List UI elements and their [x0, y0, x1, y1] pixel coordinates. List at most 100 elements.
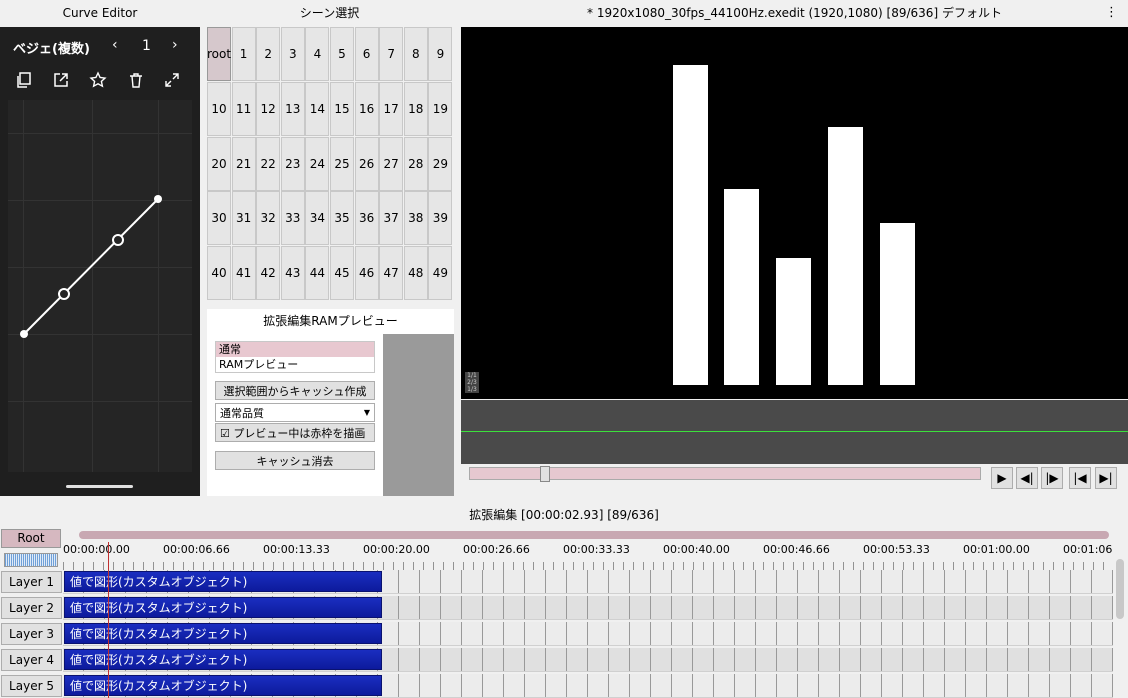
seek-handle[interactable] [540, 466, 550, 482]
scene-button-root[interactable]: root [207, 27, 231, 81]
expand-icon[interactable] [160, 68, 184, 92]
next-frame-icon[interactable]: |▶ [1041, 467, 1063, 489]
timeline-clip[interactable]: 値で図形(カスタムオブジェクト) [64, 623, 382, 644]
scene-button-35[interactable]: 35 [330, 191, 354, 246]
scene-button-41[interactable]: 41 [231, 246, 256, 301]
ram-preview-title: 拡張編集RAMプレビュー [207, 309, 454, 334]
scene-button-13[interactable]: 13 [280, 81, 305, 136]
timeline-scrollbar[interactable] [79, 531, 1109, 539]
scene-button-11[interactable]: 11 [231, 81, 256, 136]
scene-button-36[interactable]: 36 [354, 191, 379, 246]
export-icon[interactable] [49, 68, 73, 92]
playhead[interactable] [108, 542, 109, 698]
scene-button-10[interactable]: 10 [207, 81, 231, 136]
scene-button-48[interactable]: 48 [403, 246, 428, 301]
scene-button-26[interactable]: 26 [354, 136, 379, 191]
preview-mode-normal[interactable]: 通常 [216, 342, 374, 357]
scene-button-46[interactable]: 46 [354, 246, 379, 301]
layer-button[interactable]: Layer 2 [1, 597, 62, 619]
scene-button-2[interactable]: 2 [256, 27, 281, 81]
scene-button-7[interactable]: 7 [379, 27, 404, 81]
scene-button-21[interactable]: 21 [231, 136, 256, 191]
go-start-icon[interactable]: |◀ [1069, 467, 1091, 489]
layer-button[interactable]: Layer 4 [1, 649, 62, 671]
scene-button-43[interactable]: 43 [280, 246, 305, 301]
scene-button-6[interactable]: 6 [354, 27, 379, 81]
copy-icon[interactable] [12, 68, 36, 92]
scene-button-3[interactable]: 3 [280, 27, 305, 81]
scene-button-49[interactable]: 49 [428, 246, 453, 301]
root-button[interactable]: Root [1, 529, 61, 548]
scene-button-15[interactable]: 15 [330, 81, 354, 136]
timeline-clip[interactable]: 値で図形(カスタムオブジェクト) [64, 675, 382, 696]
curve-line[interactable] [8, 100, 192, 472]
scene-button-17[interactable]: 17 [379, 81, 404, 136]
layer-button[interactable]: Layer 1 [1, 571, 62, 593]
scene-button-31[interactable]: 31 [231, 191, 256, 246]
scene-button-40[interactable]: 40 [207, 246, 231, 301]
scene-button-29[interactable]: 29 [428, 136, 453, 191]
scene-button-23[interactable]: 23 [280, 136, 305, 191]
quality-select[interactable]: 通常品質 ▼ [215, 403, 375, 422]
seek-bar[interactable] [469, 466, 981, 482]
scene-button-45[interactable]: 45 [330, 246, 354, 301]
preview-mode-list[interactable]: 通常 RAMプレビュー [215, 341, 375, 373]
next-curve-button[interactable]: › [172, 37, 178, 53]
scene-button-33[interactable]: 33 [280, 191, 305, 246]
scene-button-22[interactable]: 22 [256, 136, 281, 191]
control-point-1 [58, 288, 70, 300]
clear-cache-button[interactable]: キャッシュ消去 [215, 451, 375, 470]
scene-button-1[interactable]: 1 [231, 27, 256, 81]
scene-button-25[interactable]: 25 [330, 136, 354, 191]
scene-button-27[interactable]: 27 [379, 136, 404, 191]
red-border-checkbox[interactable]: ☑ プレビュー中は赤枠を描画 [215, 423, 375, 442]
scene-button-18[interactable]: 18 [403, 81, 428, 136]
scene-button-14[interactable]: 14 [305, 81, 330, 136]
scene-button-42[interactable]: 42 [256, 246, 281, 301]
scene-button-38[interactable]: 38 [403, 191, 428, 246]
scene-button-34[interactable]: 34 [305, 191, 330, 246]
zoom-1-1[interactable]: 1/1 [465, 372, 479, 379]
ruler-label: 00:00:00.00 [63, 543, 130, 556]
scene-button-4[interactable]: 4 [305, 27, 330, 81]
scene-button-24[interactable]: 24 [305, 136, 330, 191]
go-end-icon[interactable]: ▶| [1095, 467, 1117, 489]
scene-button-39[interactable]: 39 [428, 191, 453, 246]
curve-mode-label[interactable]: ベジェ(複数) [13, 38, 90, 57]
curve-plot[interactable] [8, 100, 192, 472]
zoom-slider[interactable] [4, 553, 58, 567]
scene-button-37[interactable]: 37 [379, 191, 404, 246]
scene-button-28[interactable]: 28 [403, 136, 428, 191]
scene-button-5[interactable]: 5 [330, 27, 354, 81]
vertical-scrollbar[interactable] [1116, 559, 1124, 619]
scene-button-30[interactable]: 30 [207, 191, 231, 246]
scene-button-8[interactable]: 8 [403, 27, 428, 81]
scene-button-47[interactable]: 47 [379, 246, 404, 301]
timeline-clip[interactable]: 値で図形(カスタムオブジェクト) [64, 649, 382, 670]
preview-mode-ram[interactable]: RAMプレビュー [216, 357, 374, 372]
star-icon[interactable] [86, 68, 110, 92]
prev-frame-icon[interactable]: ◀| [1016, 467, 1038, 489]
timeline-clip[interactable]: 値で図形(カスタムオブジェクト) [64, 597, 382, 618]
waveform-strip [461, 400, 1128, 464]
curve-scroll-indicator[interactable] [66, 485, 133, 488]
scene-button-44[interactable]: 44 [305, 246, 330, 301]
preview-canvas[interactable]: 1/1 2/3 1/3 [461, 27, 1128, 399]
prev-curve-button[interactable]: ‹ [112, 37, 118, 53]
create-cache-button[interactable]: 選択範囲からキャッシュ作成 [215, 381, 375, 400]
play-icon[interactable]: ▶ [991, 467, 1013, 489]
zoom-labels[interactable]: 1/1 2/3 1/3 [465, 372, 479, 393]
timeline-clip[interactable]: 値で図形(カスタムオブジェクト) [64, 571, 382, 592]
scene-button-16[interactable]: 16 [354, 81, 379, 136]
layer-button[interactable]: Layer 5 [1, 675, 62, 697]
zoom-2-3[interactable]: 2/3 [465, 379, 479, 386]
layer-button[interactable]: Layer 3 [1, 623, 62, 645]
scene-button-20[interactable]: 20 [207, 136, 231, 191]
scene-button-19[interactable]: 19 [428, 81, 453, 136]
scene-button-12[interactable]: 12 [256, 81, 281, 136]
menu-icon[interactable]: ⋮ [1105, 5, 1118, 20]
scene-button-9[interactable]: 9 [428, 27, 453, 81]
zoom-1-3[interactable]: 1/3 [465, 386, 479, 393]
scene-button-32[interactable]: 32 [256, 191, 281, 246]
trash-icon[interactable] [124, 68, 148, 92]
